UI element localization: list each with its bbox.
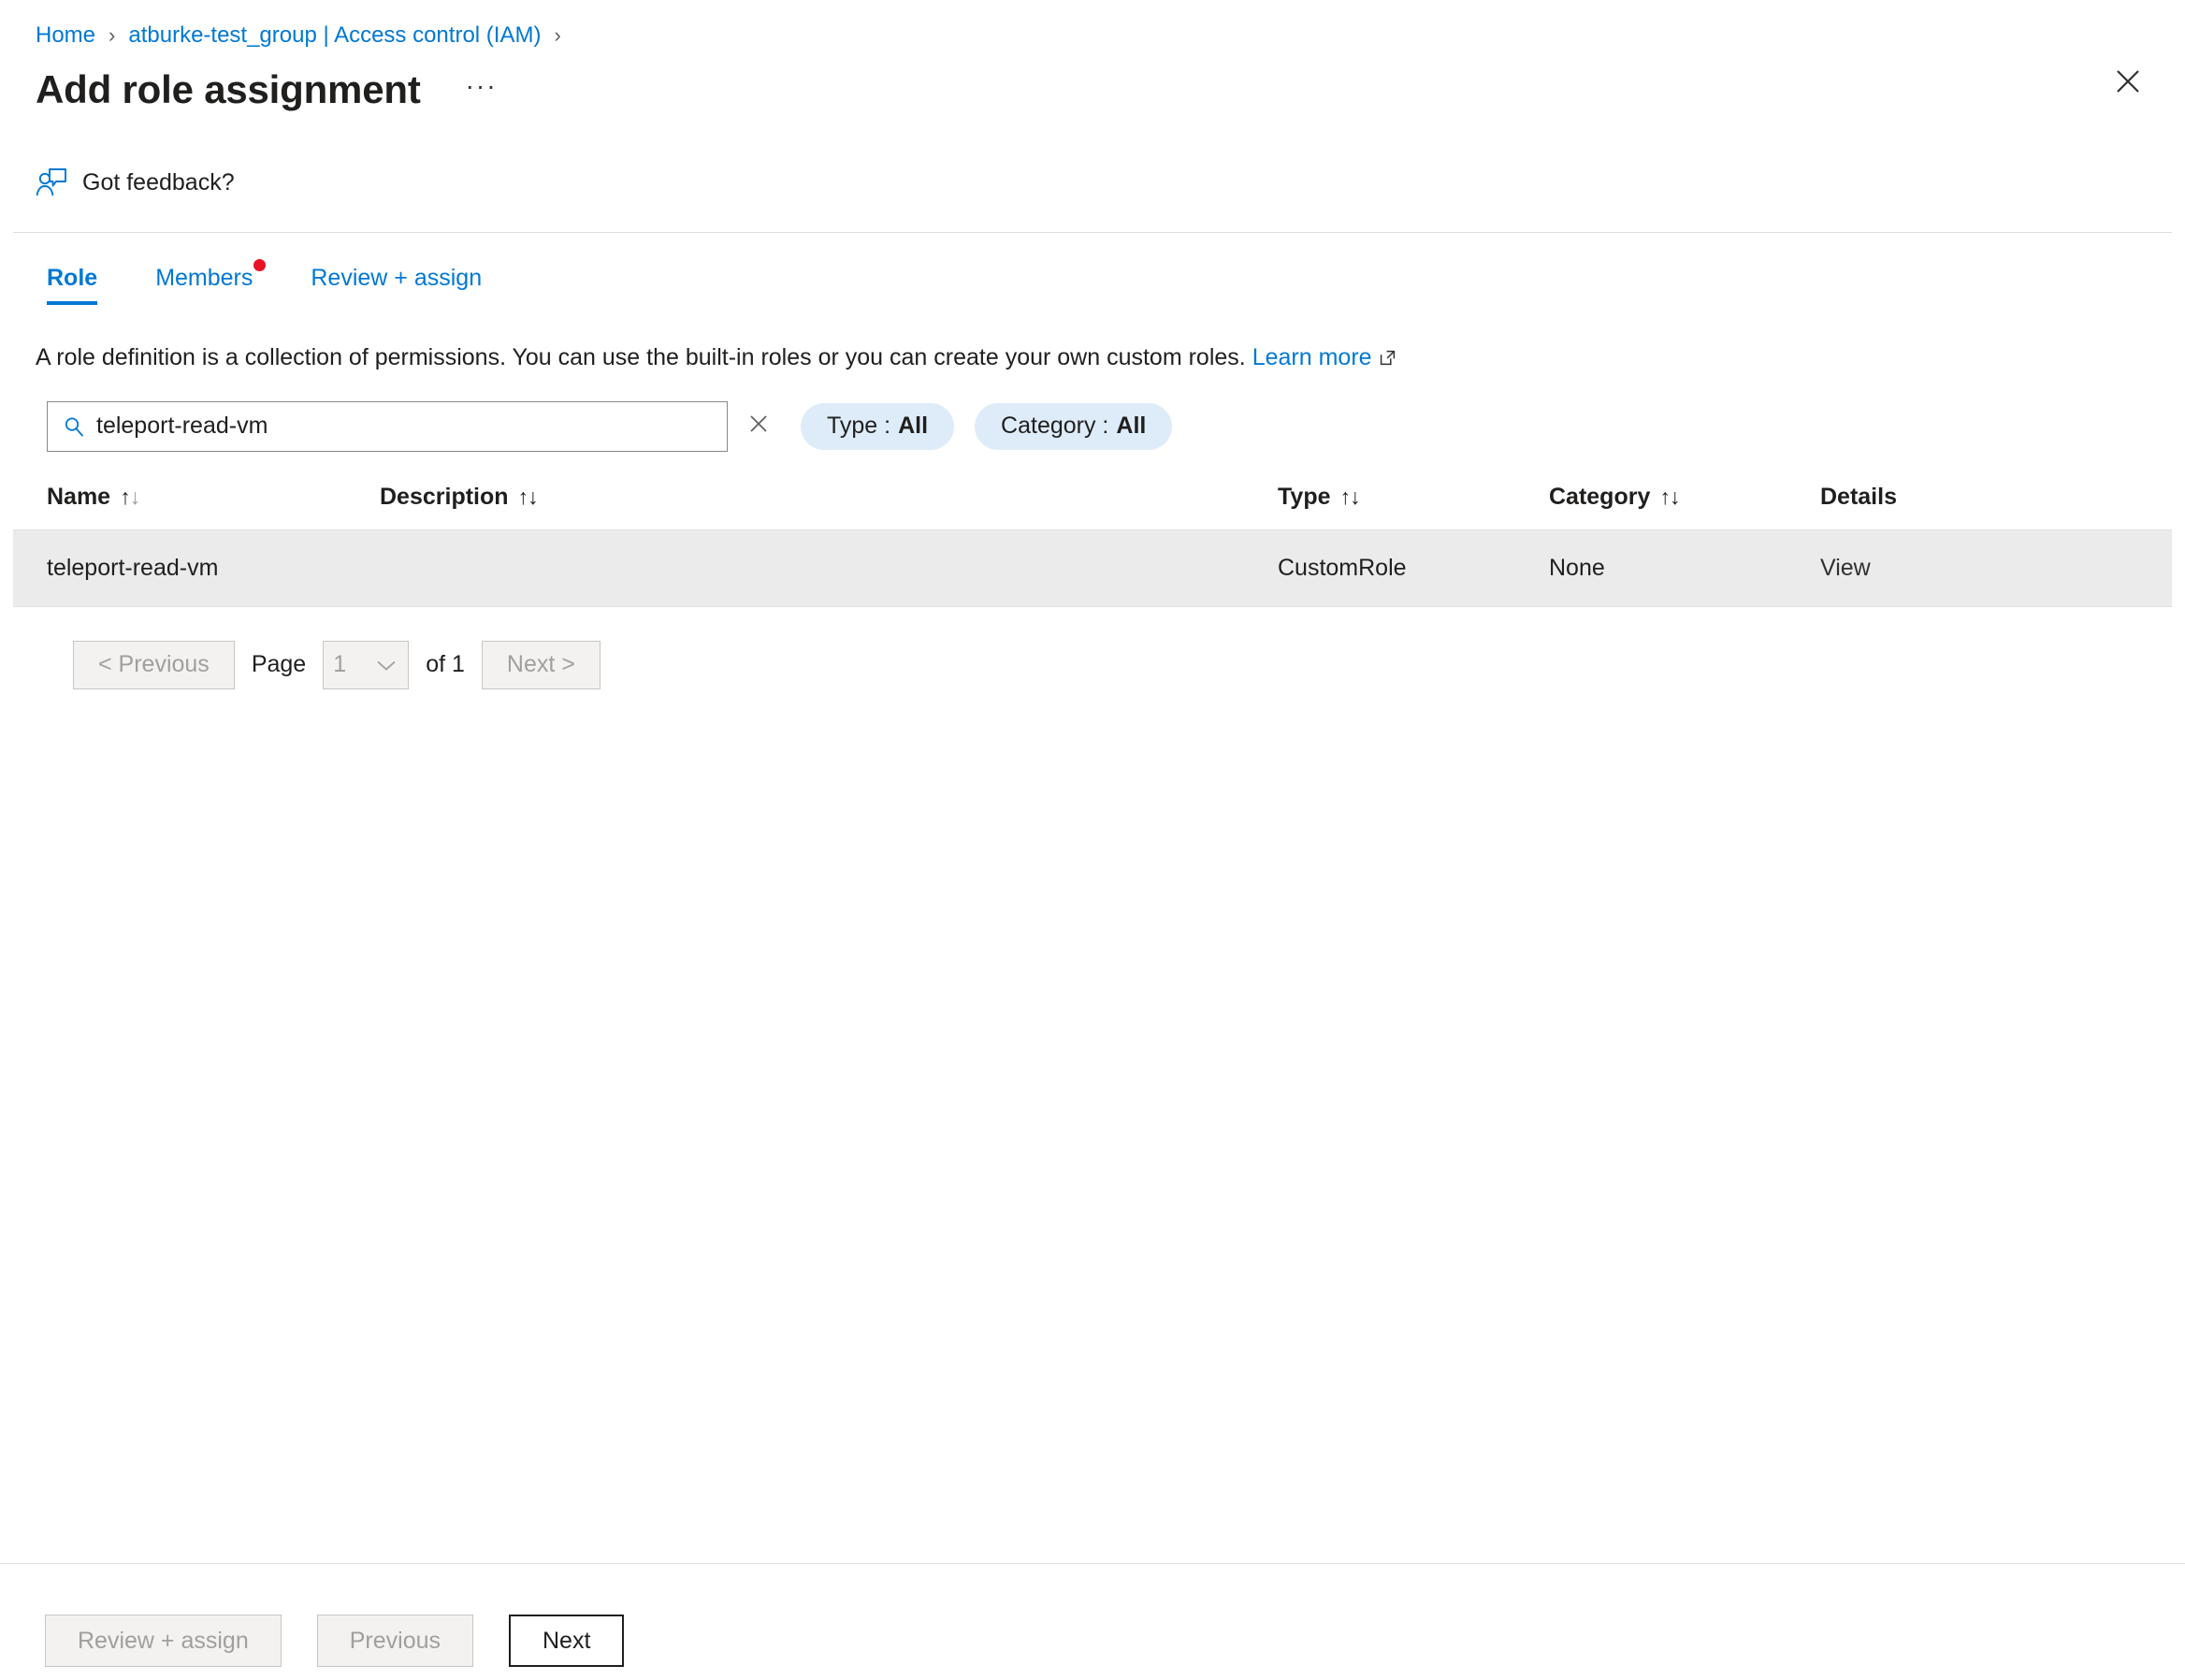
tab-members-label: Members [155,265,253,291]
search-box[interactable] [47,401,728,452]
column-header-name-label: Name [47,484,110,510]
pagination-of-label: of 1 [426,651,465,678]
cell-details: View [1820,529,2172,606]
chevron-down-icon [376,651,397,678]
tab-members[interactable]: Members [144,259,264,305]
previous-button[interactable]: Previous [317,1615,473,1667]
table-header-row: Name ↑↓ Description ↑↓ Type ↑↓ Category ↑↓ D… [13,484,2172,530]
add-role-assignment-blade: Home › atburke-test_group | Access contr… [0,0,2185,1680]
filter-pill-category-value: All [1116,413,1146,440]
search-input[interactable] [96,402,727,451]
more-options-button[interactable]: ··· [458,69,505,103]
roles-table-container: Name ↑↓ Description ↑↓ Type ↑↓ Category ↑↓ D… [0,452,2185,607]
breadcrumb-separator-icon: › [554,25,560,46]
pagination-page-label: Page [252,651,306,678]
feedback-person-icon [36,167,67,197]
title-row: Add role assignment ··· [0,54,2185,112]
pagination: < Previous Page 1 of 1 Next > [0,607,2185,689]
search-icon [63,415,85,438]
pagination-page-select[interactable]: 1 [323,641,409,689]
breadcrumb-item-access-control[interactable]: atburke-test_group | Access control (IAM… [128,22,541,49]
sort-arrows-icon[interactable]: ↑↓ [1340,485,1360,510]
view-details-link[interactable]: View [1820,555,1871,581]
footer-actions: Review + assign Previous Next [0,1564,2185,1680]
column-header-category-label: Category [1549,484,1650,510]
filter-pill-category-key: Category : [1001,413,1108,440]
close-button[interactable] [2106,60,2149,103]
tab-role-label: Role [47,265,97,291]
sort-arrows-icon[interactable]: ↑↓ [120,485,139,510]
sort-arrows-icon[interactable]: ↑↓ [1659,485,1679,510]
filter-row: Type : All Category : All [0,375,2185,452]
column-header-name[interactable]: Name ↑↓ [13,484,380,530]
tab-members-badge-dot [253,259,266,271]
filter-pill-type-value: All [898,413,928,440]
column-header-description-label: Description [380,484,509,510]
filter-pill-type[interactable]: Type : All [801,403,954,450]
column-header-category[interactable]: Category ↑↓ [1549,484,1820,530]
external-link-icon [1379,344,1396,375]
tab-review-assign[interactable]: Review + assign [299,259,493,305]
learn-more-link[interactable]: Learn more [1252,344,1372,370]
feedback-row: Got feedback? [0,112,2185,210]
pagination-previous-button[interactable]: < Previous [73,641,235,689]
pagination-page-value: 1 [333,651,346,678]
roles-table: Name ↑↓ Description ↑↓ Type ↑↓ Category ↑↓ D… [13,484,2172,607]
clear-search-button[interactable] [737,405,780,448]
cell-description [380,529,1278,606]
tab-role[interactable]: Role [36,259,109,305]
close-icon [2116,69,2140,94]
breadcrumb: Home › atburke-test_group | Access contr… [0,0,2185,54]
tab-list: Role Members Review + assign [0,233,2185,305]
got-feedback-label: Got feedback? [82,169,235,196]
review-assign-button[interactable]: Review + assign [45,1615,282,1667]
breadcrumb-separator-icon: › [109,25,115,46]
got-feedback-button[interactable]: Got feedback? [36,167,235,197]
column-header-details-label: Details [1820,484,1897,510]
column-header-details: Details [1820,484,2172,530]
column-header-description[interactable]: Description ↑↓ [380,484,1278,530]
cell-type: CustomRole [1278,529,1549,606]
table-row[interactable]: teleport-read-vm CustomRole None View [13,529,2172,606]
cell-name: teleport-read-vm [13,529,380,606]
filter-pill-type-key: Type : [827,413,890,440]
breadcrumb-item-home[interactable]: Home [36,22,95,49]
column-header-type[interactable]: Type ↑↓ [1278,484,1549,530]
cell-category: None [1549,529,1820,606]
column-header-type-label: Type [1278,484,1331,510]
clear-x-icon [748,413,769,439]
next-button[interactable]: Next [509,1615,624,1667]
content-spacer [0,689,2185,1564]
filter-pill-category[interactable]: Category : All [975,403,1172,450]
role-description-text: A role definition is a collection of per… [36,344,1246,370]
tab-review-assign-label: Review + assign [311,265,482,291]
sort-arrows-icon[interactable]: ↑↓ [518,485,538,510]
page-title: Add role assignment [36,67,421,112]
pagination-next-button[interactable]: Next > [482,641,601,689]
role-description: A role definition is a collection of per… [0,305,2185,375]
